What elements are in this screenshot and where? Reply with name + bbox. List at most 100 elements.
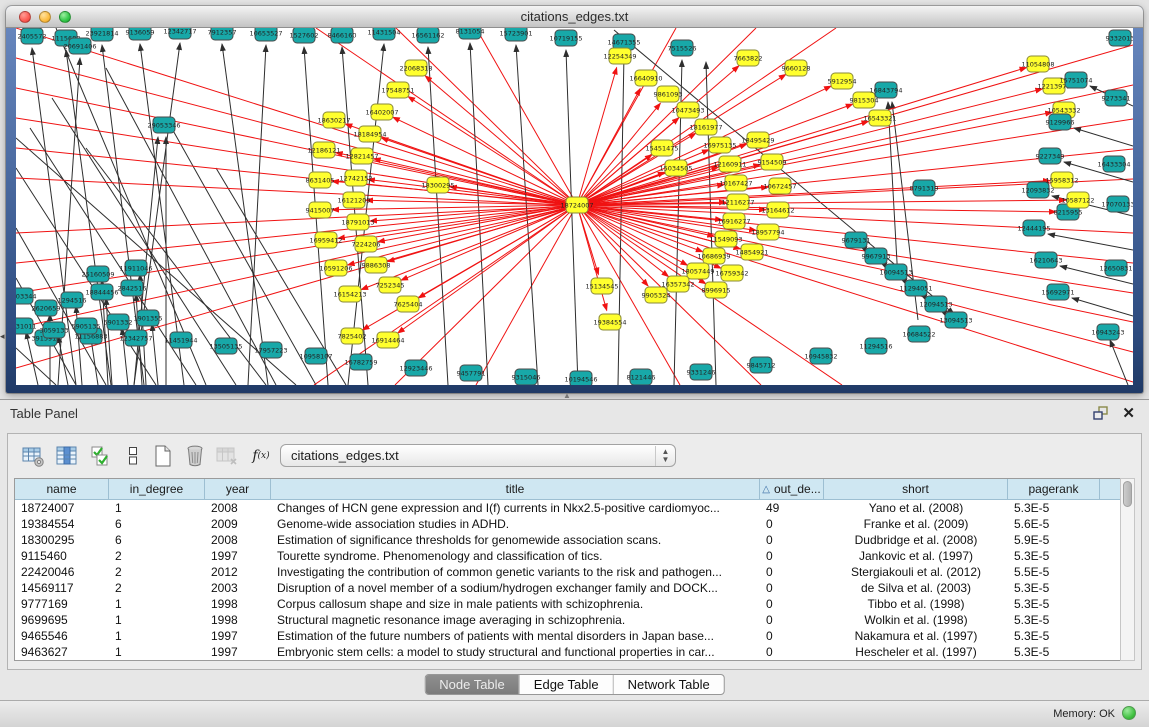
graph-node[interactable]: 11431504 (367, 28, 400, 40)
column-header-in_degree[interactable]: in_degree (109, 479, 205, 499)
graph-node[interactable]: 12342717 (163, 28, 196, 39)
graph-node[interactable]: 7515526 (668, 40, 697, 56)
graph-node[interactable]: 11294516 (859, 338, 892, 354)
graph-node[interactable]: 18161977 (689, 119, 722, 135)
zoom-button[interactable] (59, 11, 71, 23)
table-select-dropdown[interactable]: citations_edges.txt ▲▼ (280, 444, 676, 467)
graph-node[interactable]: 16640910 (629, 70, 662, 86)
graph-node[interactable]: 18844456 (85, 284, 118, 300)
graph-node[interactable]: 9457791 (457, 365, 486, 381)
graph-node[interactable]: 9331246 (687, 364, 716, 380)
table-vertical-scrollbar[interactable] (1120, 478, 1135, 661)
graph-node[interactable]: 3059133 (40, 322, 69, 338)
graph-node[interactable]: 10591206 (319, 260, 352, 276)
graph-node[interactable]: 9660128 (782, 60, 811, 76)
function-builder-icon[interactable]: f(x) (248, 443, 274, 469)
graph-node[interactable]: 9905324 (642, 287, 671, 303)
graph-node[interactable]: 9227349 (1036, 148, 1065, 164)
delete-table-icon[interactable] (214, 443, 240, 469)
graph-node[interactable]: 16210643 (1029, 252, 1062, 268)
column-header-short[interactable]: short (824, 479, 1008, 499)
show-columns-icon[interactable] (54, 443, 80, 469)
network-canvas[interactable]: 2405572111568823921814206914069136059123… (16, 28, 1133, 385)
graph-node[interactable]: 9415007 (306, 202, 335, 218)
graph-node[interactable]: 7825402 (338, 328, 367, 344)
tab-node-table[interactable]: Node Table (425, 675, 520, 694)
table-row[interactable]: 2242004622012Investigating the contribut… (15, 564, 1121, 580)
graph-node[interactable]: 8791319 (910, 180, 939, 196)
graph-node[interactable]: 8131054 (456, 28, 485, 39)
graph-node[interactable]: 9967913 (862, 248, 891, 264)
graph-node[interactable]: 9845712 (747, 357, 776, 373)
table-mode-icon[interactable] (20, 443, 46, 469)
row-selection-icon[interactable] (88, 443, 114, 469)
graph-node[interactable]: 10684522 (902, 326, 935, 342)
graph-node[interactable]: 15134545 (585, 278, 618, 294)
graph-node[interactable]: 2842516 (118, 280, 147, 296)
graph-node[interactable]: 10473493 (671, 102, 704, 118)
graph-node[interactable]: 2405572 (18, 28, 47, 44)
graph-node[interactable]: 16916277 (717, 213, 750, 229)
delete-column-icon[interactable] (182, 443, 208, 469)
panel-collapse-arrow-icon[interactable]: ◂ (0, 331, 5, 342)
graph-node[interactable]: 15723901 (499, 28, 532, 41)
graph-node[interactable]: 9332013 (1106, 30, 1133, 46)
table-row[interactable]: 1872400712008Changes of HCN gene express… (15, 500, 1121, 516)
graph-node[interactable]: 1294516 (58, 292, 87, 308)
graph-node[interactable]: 7912357 (208, 28, 237, 40)
graph-node[interactable]: 16914464 (371, 332, 404, 348)
graph-node[interactable]: 23921814 (85, 28, 118, 41)
graph-node[interactable]: 2620659 (32, 300, 61, 316)
graph-node[interactable]: 17548751 (381, 82, 414, 98)
float-panel-icon[interactable] (1093, 406, 1109, 420)
table-row[interactable]: 1456911722003Disruption of a novel membe… (15, 580, 1121, 596)
create-column-icon[interactable] (150, 443, 176, 469)
column-header-name[interactable]: name (15, 479, 109, 499)
graph-node[interactable]: 12186121 (307, 142, 340, 158)
graph-node[interactable]: 8631405 (306, 172, 335, 188)
graph-node[interactable]: 9136059 (126, 28, 155, 40)
column-header-pagerank[interactable]: pagerank (1008, 479, 1100, 499)
graph-node[interactable]: 12444195 (1017, 220, 1050, 236)
rows-icon[interactable] (120, 443, 146, 469)
graph-node[interactable]: 8996915 (702, 282, 731, 298)
graph-node[interactable]: 16561162 (411, 28, 444, 43)
column-header-year[interactable]: year (205, 479, 271, 499)
tab-edge-table[interactable]: Edge Table (520, 675, 614, 694)
graph-node[interactable]: 11294051 (899, 280, 932, 296)
graph-node[interactable]: 5905135 (72, 318, 101, 334)
graph-node[interactable]: 8466160 (328, 28, 357, 43)
network-graph[interactable]: 2405572111568823921814206914069136059123… (16, 28, 1133, 385)
graph-node[interactable]: 25160509 (81, 266, 114, 282)
graph-node[interactable]: 9273341 (1102, 90, 1131, 106)
graph-node[interactable]: 5901332 (104, 314, 133, 330)
graph-node[interactable]: 11549093 (709, 231, 742, 247)
column-header-out_degree[interactable]: △out_de... (760, 479, 824, 499)
table-row[interactable]: 1830029562008Estimation of significance … (15, 532, 1121, 548)
graph-node[interactable]: 9129966 (1046, 114, 1075, 130)
graph-node[interactable]: 7224206 (352, 236, 381, 252)
graph-node[interactable]: 9315046 (512, 369, 541, 385)
graph-node[interactable]: 7252345 (376, 277, 405, 293)
table-row[interactable]: 1938455462009Genome-wide association stu… (15, 516, 1121, 532)
graph-node[interactable]: 9154509 (758, 154, 787, 170)
graph-node[interactable]: 7663822 (734, 50, 763, 66)
graph-node[interactable]: 15692971 (1041, 284, 1074, 300)
graph-node[interactable]: 8121446 (627, 369, 656, 385)
close-button[interactable] (19, 11, 31, 23)
graph-node[interactable]: 1901355 (134, 310, 163, 326)
graph-node[interactable]: 9886308 (362, 257, 391, 273)
graph-node[interactable]: 1527602 (290, 28, 319, 43)
table-row[interactable]: 946554611997Estimation of the future num… (15, 628, 1121, 644)
graph-node[interactable]: 10194546 (564, 371, 597, 385)
graph-node[interactable]: 22068318 (399, 60, 432, 76)
graph-node[interactable]: 9679131 (842, 232, 871, 248)
table-row[interactable]: 946362711997Embryonic stem cells: a mode… (15, 644, 1121, 660)
graph-node[interactable]: 29053346 (147, 117, 180, 133)
graph-node[interactable]: 9861093 (654, 86, 683, 102)
graph-node[interactable]: 9131011 (16, 318, 36, 334)
window-titlebar[interactable]: citations_edges.txt (6, 6, 1143, 28)
graph-node[interactable]: 10945832 (804, 348, 837, 364)
column-header-title[interactable]: title (271, 479, 760, 499)
graph-node[interactable]: 10094513 (879, 264, 912, 280)
